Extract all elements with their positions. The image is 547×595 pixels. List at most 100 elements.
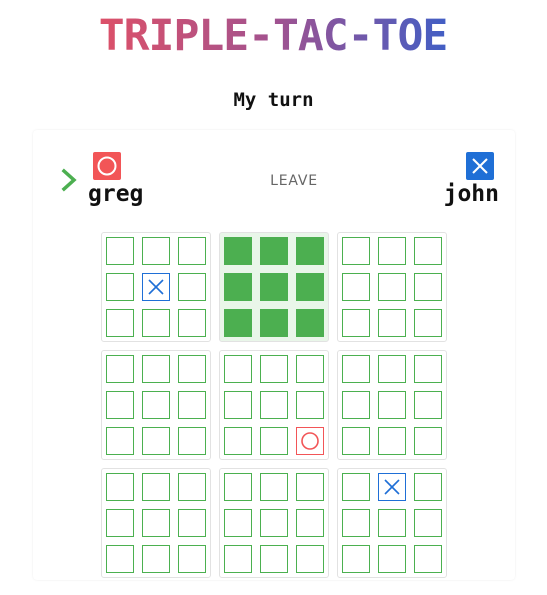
cell[interactable]: [342, 509, 370, 537]
cell[interactable]: [178, 509, 206, 537]
cell[interactable]: [224, 509, 252, 537]
cell[interactable]: [260, 309, 288, 337]
cell[interactable]: [260, 355, 288, 383]
cell[interactable]: [260, 509, 288, 537]
cell[interactable]: [414, 427, 442, 455]
cell[interactable]: [296, 509, 324, 537]
cell[interactable]: [342, 545, 370, 573]
cell[interactable]: [142, 473, 170, 501]
cell[interactable]: [342, 273, 370, 301]
cell[interactable]: [106, 509, 134, 537]
cell[interactable]: [296, 391, 324, 419]
cell[interactable]: [414, 545, 442, 573]
x-mark-icon: [384, 479, 400, 495]
cell[interactable]: [142, 355, 170, 383]
cell[interactable]: [224, 273, 252, 301]
cell[interactable]: [224, 237, 252, 265]
cell[interactable]: [414, 273, 442, 301]
cell[interactable]: [224, 473, 252, 501]
sub-board-4: [101, 350, 211, 460]
sub-board-1: [101, 232, 211, 342]
cell[interactable]: [142, 509, 170, 537]
cell[interactable]: [378, 509, 406, 537]
cell[interactable]: [106, 391, 134, 419]
cell[interactable]: [296, 427, 324, 455]
cell[interactable]: [296, 237, 324, 265]
cell[interactable]: [378, 545, 406, 573]
cell[interactable]: [378, 273, 406, 301]
x-mark-icon: [148, 279, 164, 295]
cell[interactable]: [414, 309, 442, 337]
cell[interactable]: [142, 545, 170, 573]
player-o-icon: [93, 152, 121, 180]
cell[interactable]: [296, 273, 324, 301]
cell[interactable]: [224, 391, 252, 419]
cell[interactable]: [142, 237, 170, 265]
cell[interactable]: [178, 273, 206, 301]
player-right-name: john: [443, 181, 499, 207]
cell[interactable]: [178, 473, 206, 501]
cell[interactable]: [342, 427, 370, 455]
cell[interactable]: [342, 391, 370, 419]
cell[interactable]: [178, 391, 206, 419]
cell[interactable]: [342, 473, 370, 501]
sub-board-7: [101, 468, 211, 578]
cell[interactable]: [106, 427, 134, 455]
cell[interactable]: [106, 309, 134, 337]
player-x-icon: [466, 152, 494, 180]
game-title: TRIPLE-TAC-TOE: [36, 16, 510, 56]
cell[interactable]: [106, 355, 134, 383]
turn-status: My turn: [233, 89, 314, 111]
cell[interactable]: [260, 473, 288, 501]
sub-board-8: [219, 468, 329, 578]
cell[interactable]: [142, 309, 170, 337]
sub-board-9: [337, 468, 447, 578]
cell[interactable]: [178, 355, 206, 383]
cell[interactable]: [342, 309, 370, 337]
cell[interactable]: [178, 309, 206, 337]
cell[interactable]: [260, 545, 288, 573]
sub-board-5: [219, 350, 329, 460]
sub-board-6: [337, 350, 447, 460]
cell[interactable]: [178, 545, 206, 573]
cell[interactable]: [142, 391, 170, 419]
cell[interactable]: [378, 473, 406, 501]
cell[interactable]: [414, 509, 442, 537]
player-left-name: greg: [88, 181, 144, 207]
cell[interactable]: [224, 355, 252, 383]
cell[interactable]: [106, 545, 134, 573]
cell[interactable]: [378, 355, 406, 383]
cell[interactable]: [224, 309, 252, 337]
cell[interactable]: [296, 309, 324, 337]
cell[interactable]: [378, 391, 406, 419]
cell[interactable]: [378, 309, 406, 337]
cell[interactable]: [296, 355, 324, 383]
sub-board-2: [219, 232, 329, 342]
cell[interactable]: [296, 545, 324, 573]
cell[interactable]: [414, 391, 442, 419]
cell[interactable]: [106, 273, 134, 301]
cell[interactable]: [342, 355, 370, 383]
cell[interactable]: [178, 427, 206, 455]
cell[interactable]: [224, 427, 252, 455]
cell[interactable]: [178, 237, 206, 265]
cell[interactable]: [414, 473, 442, 501]
cell[interactable]: [296, 473, 324, 501]
cell[interactable]: [224, 545, 252, 573]
cell[interactable]: [106, 473, 134, 501]
cell[interactable]: [260, 391, 288, 419]
active-player-chevron-icon: [61, 168, 77, 192]
cell[interactable]: [378, 427, 406, 455]
cell[interactable]: [142, 273, 170, 301]
cell[interactable]: [414, 355, 442, 383]
cell[interactable]: [414, 237, 442, 265]
cell[interactable]: [342, 237, 370, 265]
leave-button[interactable]: LEAVE: [246, 171, 342, 191]
sub-board-3: [337, 232, 447, 342]
cell[interactable]: [260, 237, 288, 265]
cell[interactable]: [260, 427, 288, 455]
cell[interactable]: [106, 237, 134, 265]
cell[interactable]: [260, 273, 288, 301]
cell[interactable]: [378, 237, 406, 265]
cell[interactable]: [142, 427, 170, 455]
